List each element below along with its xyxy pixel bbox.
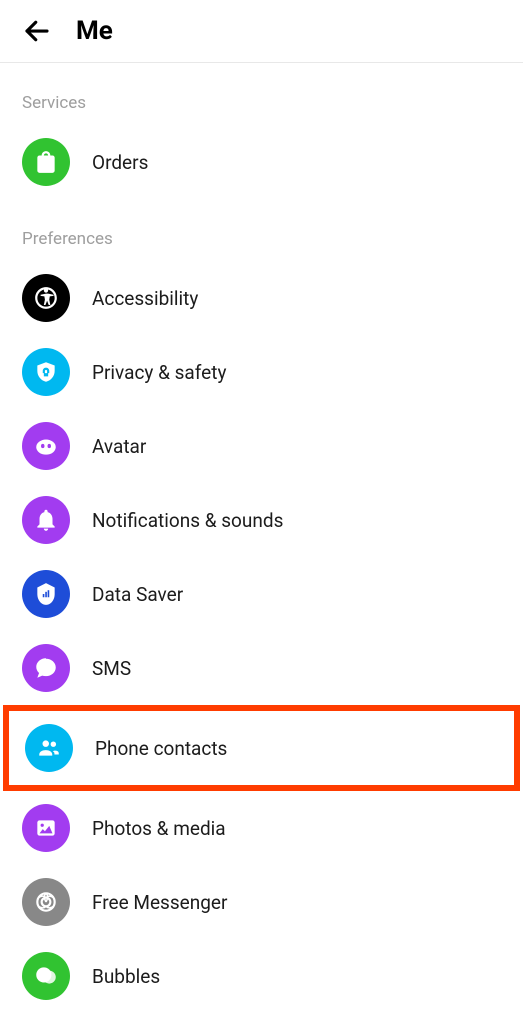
free-messenger-icon (22, 878, 70, 926)
item-label: Privacy & safety (92, 361, 226, 384)
item-label: Orders (92, 151, 148, 174)
item-label: Bubbles (92, 965, 160, 988)
item-label: Data Saver (92, 583, 183, 606)
list-item-sms[interactable]: SMS (0, 631, 523, 705)
list-item-datasaver[interactable]: Data Saver (0, 557, 523, 631)
list-item-avatar[interactable]: Avatar (0, 409, 523, 483)
list-item-accessibility[interactable]: Accessibility (0, 261, 523, 335)
avatar-icon (22, 422, 70, 470)
list-item-free-messenger[interactable]: Free Messenger (0, 865, 523, 939)
list-item-orders[interactable]: Orders (0, 125, 523, 199)
item-label: Notifications & sounds (92, 509, 283, 532)
orders-icon (22, 138, 70, 186)
privacy-icon (22, 348, 70, 396)
list-item-photos-media[interactable]: Photos & media (0, 791, 523, 865)
list-item-phone-contacts[interactable]: Phone contacts (3, 705, 520, 791)
item-label: Phone contacts (95, 737, 227, 760)
notifications-icon (22, 496, 70, 544)
sms-icon (22, 644, 70, 692)
accessibility-icon (22, 274, 70, 322)
list-item-notifications[interactable]: Notifications & sounds (0, 483, 523, 557)
section-label-preferences: Preferences (0, 199, 523, 261)
datasaver-icon (22, 570, 70, 618)
list-item-privacy[interactable]: Privacy & safety (0, 335, 523, 409)
back-arrow-icon (22, 16, 52, 46)
header: Me (0, 0, 523, 63)
item-label: Avatar (92, 435, 146, 458)
item-label: Accessibility (92, 287, 198, 310)
item-label: SMS (92, 657, 131, 680)
list-item-bubbles[interactable]: Bubbles (0, 939, 523, 1013)
section-label-services: Services (0, 63, 523, 125)
item-label: Photos & media (92, 817, 226, 840)
phone-contacts-icon (25, 724, 73, 772)
item-label: Free Messenger (92, 891, 227, 914)
page-title: Me (76, 16, 113, 46)
settings-list: Services Orders Preferences Accessibilit… (0, 63, 523, 1013)
back-button[interactable] (22, 16, 52, 46)
photos-media-icon (22, 804, 70, 852)
bubbles-icon (22, 952, 70, 1000)
